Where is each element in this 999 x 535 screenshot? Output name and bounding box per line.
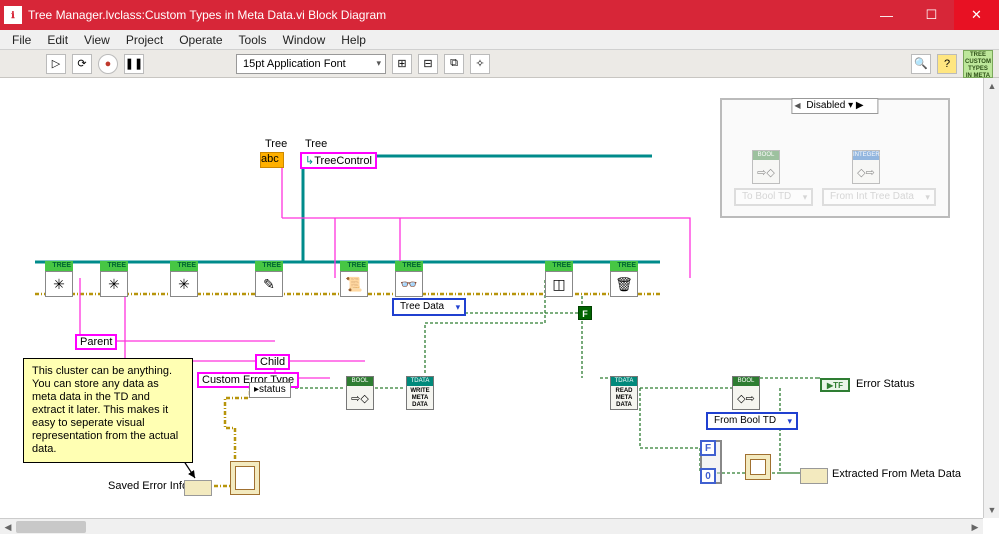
ghost-to-bool-dropdown: To Bool TD [734,188,813,206]
menu-view[interactable]: View [78,31,116,49]
saved-error-info-label: Saved Error Info [108,480,188,492]
menu-file[interactable]: File [6,31,37,49]
app-icon: ℹ [4,6,22,24]
tree-node-3[interactable]: TREE✳ [170,261,198,297]
context-help-button[interactable]: ? [937,54,957,74]
from-bool-subvi[interactable]: BOOL◇⇨ [732,376,760,410]
tree-node-5[interactable]: TREE📜 [340,261,368,297]
comment-cluster-note[interactable]: This cluster can be anything. You can st… [23,358,193,463]
from-bool-td-dropdown[interactable]: From Bool TD [706,412,798,430]
tree-string-terminal[interactable]: abc [260,152,284,168]
window-title: Tree Manager.lvclass:Custom Types in Met… [28,8,864,22]
menu-help[interactable]: Help [335,31,372,49]
tree-node-4[interactable]: TREE✎ [255,261,283,297]
error-status-label: Error Status [856,378,915,390]
scroll-up-icon[interactable]: ▲ [984,78,999,94]
tree-control-name[interactable]: ↳TreeControl [300,152,377,169]
write-meta-data-subvi[interactable]: TDATAWRITE META DATA [406,376,434,410]
tree-ctrl-label: Tree [305,138,327,150]
run-continuous-button[interactable]: ⟳ [72,54,92,74]
tree-node-6[interactable]: TREE👓 [395,261,423,297]
extracted-terminal[interactable] [800,468,828,484]
status-label[interactable]: ▸status [249,382,291,398]
run-button[interactable]: ▷ [46,54,66,74]
to-bool-subvi[interactable]: BOOL⇨◇ [346,376,374,410]
saved-error-info-terminal[interactable] [184,480,212,496]
scroll-down-icon[interactable]: ▼ [984,502,999,518]
close-button[interactable]: ✕ [954,0,999,30]
menu-tools[interactable]: Tools [233,31,273,49]
vertical-scrollbar[interactable]: ▲ ▼ [983,78,999,518]
maximize-button[interactable]: ☐ [909,0,954,30]
for-loop[interactable]: F 0 [700,440,722,484]
tree-node-2[interactable]: TREE✳ [100,261,128,297]
block-diagram-canvas[interactable]: Tree abc Tree ↳TreeControl TREE✳ TREE✳ T… [0,78,999,518]
read-meta-data-subvi[interactable]: TDATAREAD META DATA [610,376,638,410]
cleanup-button[interactable]: ✧ [470,54,490,74]
tree-node-1[interactable]: TREE✳ [45,261,73,297]
vi-icon[interactable]: TREE CUSTOM TYPES IN META [963,50,993,78]
ghost-from-int-dropdown: From Int Tree Data [822,188,936,206]
menu-bar: File Edit View Project Operate Tools Win… [0,30,999,50]
scroll-right-icon[interactable]: ▶ [967,519,983,535]
menu-project[interactable]: Project [120,31,169,49]
unbundle-node[interactable] [745,454,771,480]
minimize-button[interactable]: — [864,0,909,30]
disabled-diagram-structure[interactable]: Disabled ▾ ▶ BOOL⇨◇ To Bool TD INTEGER◇⇨… [720,98,950,218]
menu-edit[interactable]: Edit [41,31,74,49]
ghost-to-bool-subvi: BOOL⇨◇ [752,150,780,184]
font-selector[interactable]: 15pt Application Font [236,54,386,74]
tree-str-label: Tree [265,138,287,150]
pause-button[interactable]: ❚❚ [124,54,144,74]
distribute-button[interactable]: ⊟ [418,54,438,74]
search-button[interactable]: 🔍 [911,54,931,74]
error-status-indicator[interactable]: ▶TF [820,378,850,392]
bool-const-f[interactable]: F [578,306,592,320]
toolbar: ▷ ⟳ ● ❚❚ 15pt Application Font ⊞ ⊟ ⧉ ✧ 🔍… [0,50,999,78]
child-label[interactable]: Child [255,354,290,370]
ghost-from-int-subvi: INTEGER◇⇨ [852,150,880,184]
tree-data-dropdown[interactable]: Tree Data [392,298,466,316]
horizontal-scrollbar[interactable]: ◀ ▶ [0,518,983,534]
tree-node-8[interactable]: TREE🗑 [610,261,638,297]
menu-operate[interactable]: Operate [173,31,228,49]
align-button[interactable]: ⊞ [392,54,412,74]
menu-window[interactable]: Window [277,31,332,49]
reorder-button[interactable]: ⧉ [444,54,464,74]
scroll-left-icon[interactable]: ◀ [0,519,16,535]
abort-button[interactable]: ● [98,54,118,74]
extracted-label: Extracted From Meta Data [832,468,961,480]
parent-label[interactable]: Parent [75,334,117,350]
for-loop-i[interactable]: 0 [700,468,716,484]
disabled-selector[interactable]: Disabled ▾ ▶ [791,98,878,114]
for-loop-n[interactable]: F [700,440,716,456]
hscroll-thumb[interactable] [16,521,86,533]
bundle-node[interactable] [230,461,260,495]
tree-node-7[interactable]: TREE◫ [545,261,573,297]
